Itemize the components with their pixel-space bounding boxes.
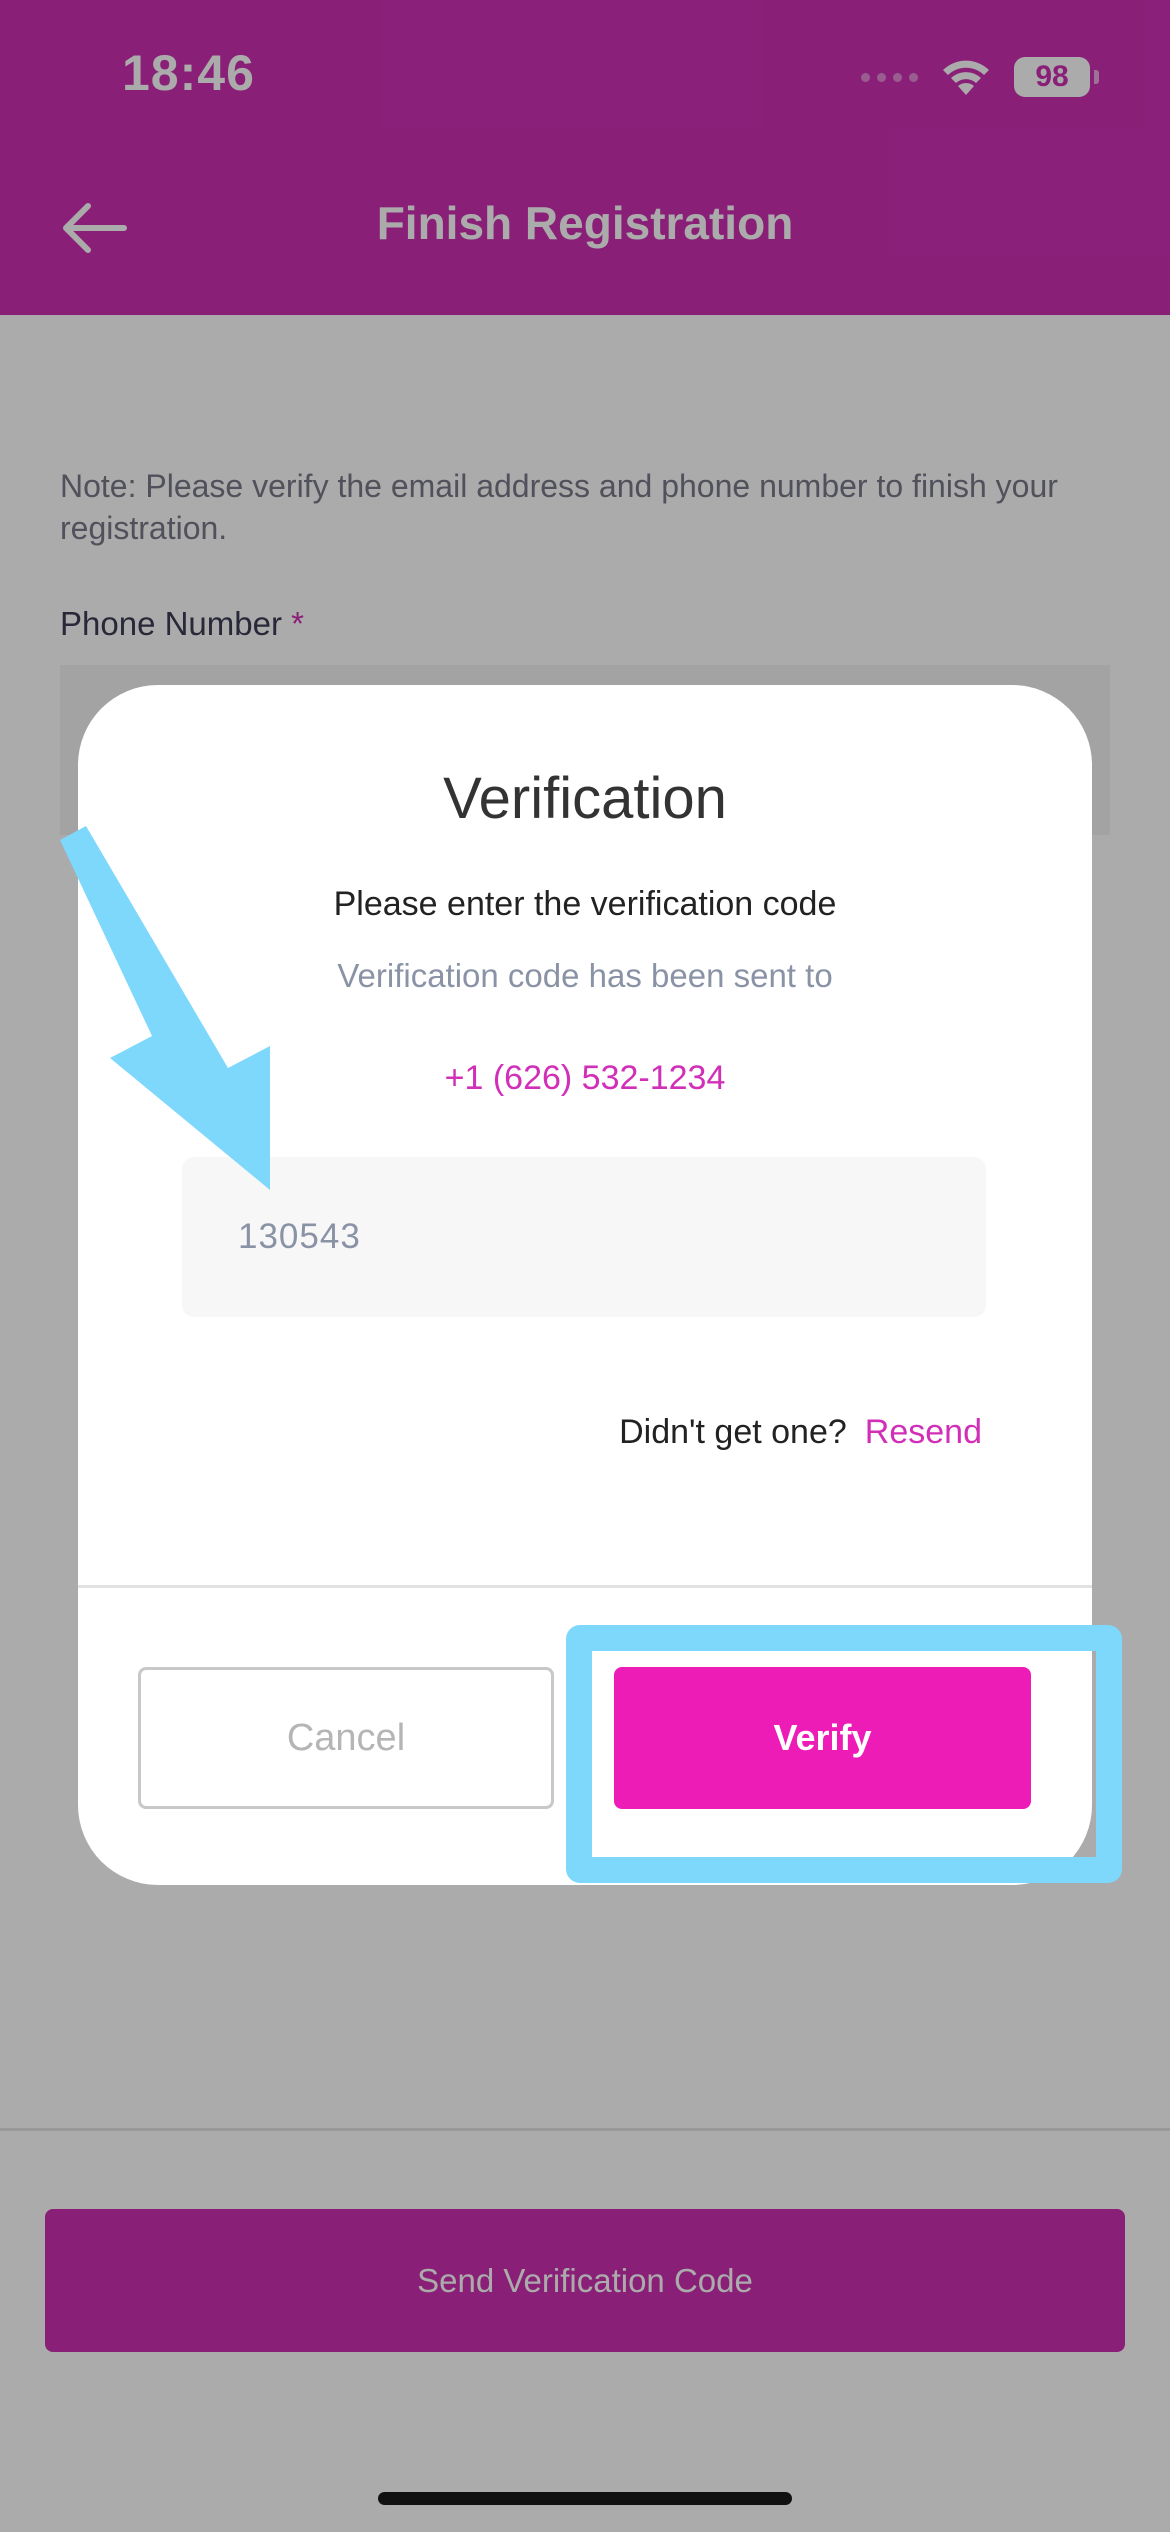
- resend-question: Didn't get one?: [619, 1413, 847, 1451]
- highlight-box: [566, 1625, 1122, 1883]
- dialog-divider: [78, 1585, 1092, 1588]
- cancel-button[interactable]: Cancel: [138, 1667, 554, 1809]
- resend-link[interactable]: Resend: [865, 1413, 982, 1452]
- resend-row: Didn't get one? Resend: [619, 1413, 982, 1452]
- home-indicator: [378, 2492, 792, 2505]
- pointer-arrow-icon: [60, 826, 270, 1190]
